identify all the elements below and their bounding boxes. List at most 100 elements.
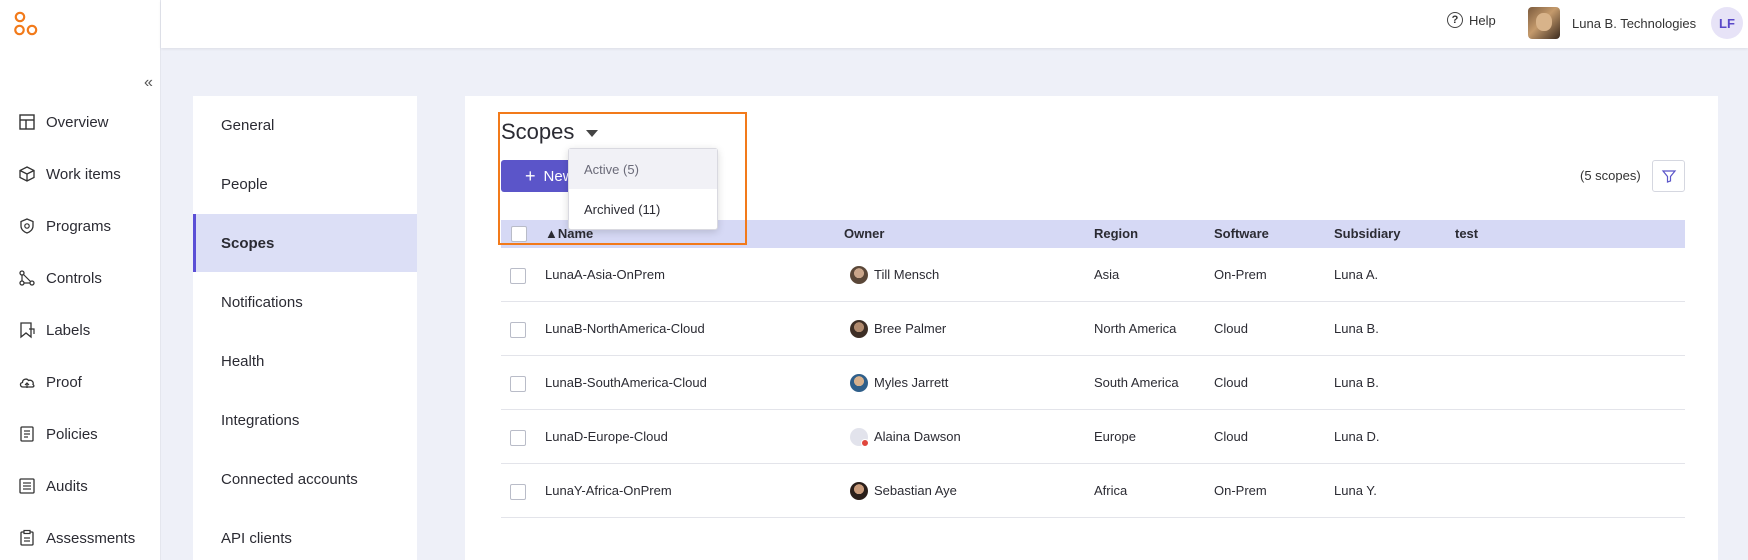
caret-down-icon bbox=[586, 129, 599, 137]
row-checkbox[interactable] bbox=[510, 322, 526, 338]
dashboard-icon bbox=[19, 114, 35, 130]
top-header bbox=[161, 0, 1748, 48]
owner-name: Alaina Dawson bbox=[874, 429, 961, 444]
cell-subsidiary: Luna Y. bbox=[1334, 483, 1377, 498]
nav-item-assessments[interactable]: Assessments bbox=[18, 526, 135, 550]
cell-owner: Till Mensch bbox=[850, 248, 939, 302]
nav-label: Labels bbox=[46, 321, 91, 339]
cell-name[interactable]: LunaD-Europe-Cloud bbox=[545, 410, 668, 464]
cell-subsidiary: Luna B. bbox=[1334, 375, 1379, 390]
owner-name: Bree Palmer bbox=[874, 321, 947, 336]
filter-icon bbox=[1661, 170, 1676, 183]
cloud-upload-icon bbox=[19, 378, 35, 388]
cell-name[interactable]: LunaY-Africa-OnPrem bbox=[545, 464, 672, 518]
nav-label: Overview bbox=[46, 113, 109, 131]
cell-subsidiary: Luna A. bbox=[1334, 267, 1379, 282]
cell-owner: Alaina Dawson bbox=[850, 410, 961, 464]
cell-name[interactable]: LunaB-SouthAmerica-Cloud bbox=[545, 356, 707, 410]
column-header-owner[interactable]: Owner bbox=[844, 220, 884, 248]
owner-avatar bbox=[850, 374, 868, 392]
cell-name[interactable]: LunaA-Asia-OnPrem bbox=[545, 248, 665, 302]
nav-label: Proof bbox=[46, 373, 82, 391]
status-dropdown-menu: Active (5) Archived (11) bbox=[568, 148, 718, 230]
help-icon: ? bbox=[1447, 12, 1463, 28]
owner-name: Sebastian Aye bbox=[874, 483, 957, 498]
table-row[interactable]: LunaD-Europe-Cloud Alaina Dawson Europe … bbox=[501, 410, 1685, 464]
collapse-nav-icon[interactable]: « bbox=[144, 74, 153, 92]
filter-button[interactable] bbox=[1652, 160, 1685, 192]
policy-icon bbox=[20, 426, 34, 442]
row-checkbox[interactable] bbox=[510, 268, 526, 284]
owner-avatar bbox=[850, 320, 868, 338]
cell-region: Asia bbox=[1094, 267, 1120, 282]
nav-item-policies[interactable]: Policies bbox=[18, 422, 98, 446]
row-checkbox[interactable] bbox=[510, 484, 526, 500]
scope-count: (5 scopes) bbox=[1580, 168, 1641, 183]
cell-region: Africa bbox=[1094, 483, 1128, 498]
owner-avatar bbox=[850, 266, 868, 284]
settings-item-integrations[interactable]: Integrations bbox=[193, 391, 417, 449]
row-checkbox[interactable] bbox=[510, 376, 526, 392]
nav-item-programs[interactable]: Programs bbox=[18, 214, 111, 238]
dropdown-option-active[interactable]: Active (5) bbox=[569, 149, 717, 189]
settings-item-general[interactable]: General bbox=[193, 96, 417, 154]
nav-label: Work items bbox=[46, 165, 121, 183]
cell-subsidiary: Luna B. bbox=[1334, 321, 1379, 336]
nav-label: Policies bbox=[46, 425, 98, 443]
help-label: Help bbox=[1469, 12, 1496, 28]
cell-region: South America bbox=[1094, 375, 1179, 390]
cell-name[interactable]: LunaB-NorthAmerica-Cloud bbox=[545, 302, 705, 356]
nav-item-audits[interactable]: Audits bbox=[18, 474, 88, 498]
table-row[interactable]: LunaA-Asia-OnPrem Till Mensch Asia On-Pr… bbox=[501, 248, 1685, 302]
table-row[interactable]: LunaB-SouthAmerica-Cloud Myles Jarrett S… bbox=[501, 356, 1685, 410]
nav-item-overview[interactable]: Overview bbox=[18, 110, 109, 134]
settings-item-scopes[interactable]: Scopes bbox=[193, 214, 417, 272]
org-switcher[interactable]: Luna B. Technologies bbox=[1528, 7, 1696, 39]
cell-region: North America bbox=[1094, 321, 1177, 336]
row-checkbox[interactable] bbox=[510, 430, 526, 446]
scopes-status-dropdown[interactable]: Scopes bbox=[501, 119, 599, 145]
left-nav: « Overview Work items Programs Controls … bbox=[0, 0, 161, 560]
owner-name: Myles Jarrett bbox=[874, 375, 949, 390]
cell-owner: Bree Palmer bbox=[850, 302, 946, 356]
column-header-software[interactable]: Software bbox=[1214, 220, 1269, 248]
nav-item-proof[interactable]: Proof bbox=[18, 370, 82, 394]
cell-software: Cloud bbox=[1214, 321, 1248, 336]
dropdown-option-archived[interactable]: Archived (11) bbox=[569, 189, 717, 229]
nav-label: Assessments bbox=[46, 529, 136, 547]
owner-avatar bbox=[850, 428, 869, 447]
org-name: Luna B. Technologies bbox=[1572, 15, 1697, 31]
nav-item-controls[interactable]: Controls bbox=[18, 266, 102, 290]
audit-icon bbox=[19, 478, 35, 494]
cell-software: On-Prem bbox=[1214, 483, 1267, 498]
owner-avatar bbox=[850, 482, 868, 500]
settings-item-notifications[interactable]: Notifications bbox=[193, 273, 417, 331]
org-avatar bbox=[1528, 7, 1560, 39]
settings-item-health[interactable]: Health bbox=[193, 332, 417, 390]
column-header-region[interactable]: Region bbox=[1094, 220, 1138, 248]
nav-label: Programs bbox=[46, 217, 112, 235]
cell-software: Cloud bbox=[1214, 375, 1248, 390]
cell-subsidiary: Luna D. bbox=[1334, 429, 1380, 444]
nav-item-work-items[interactable]: Work items bbox=[18, 162, 121, 186]
nav-label: Audits bbox=[46, 477, 88, 495]
settings-item-api-clients[interactable]: API clients bbox=[193, 509, 417, 560]
cell-owner: Sebastian Aye bbox=[850, 464, 957, 518]
select-all-checkbox[interactable] bbox=[511, 226, 527, 242]
help-link[interactable]: ? Help bbox=[1447, 12, 1496, 28]
cell-software: Cloud bbox=[1214, 429, 1248, 444]
user-avatar[interactable]: LF bbox=[1711, 7, 1743, 39]
app-logo[interactable] bbox=[13, 11, 39, 37]
box-icon bbox=[19, 166, 35, 182]
cell-owner: Myles Jarrett bbox=[850, 356, 948, 410]
table-row[interactable]: LunaB-NorthAmerica-Cloud Bree Palmer Nor… bbox=[501, 302, 1685, 356]
settings-nav: General People Scopes Notifications Heal… bbox=[193, 96, 417, 560]
column-header-subsidiary[interactable]: Subsidiary bbox=[1334, 220, 1400, 248]
settings-item-people[interactable]: People bbox=[193, 155, 417, 213]
settings-item-connected-accounts[interactable]: Connected accounts bbox=[193, 450, 417, 508]
column-header-test[interactable]: test bbox=[1455, 220, 1478, 248]
nav-item-labels[interactable]: Labels bbox=[18, 318, 90, 342]
table-row[interactable]: LunaY-Africa-OnPrem Sebastian Aye Africa… bbox=[501, 464, 1685, 518]
clipboard-icon bbox=[20, 529, 34, 546]
nav-label: Controls bbox=[46, 269, 102, 287]
